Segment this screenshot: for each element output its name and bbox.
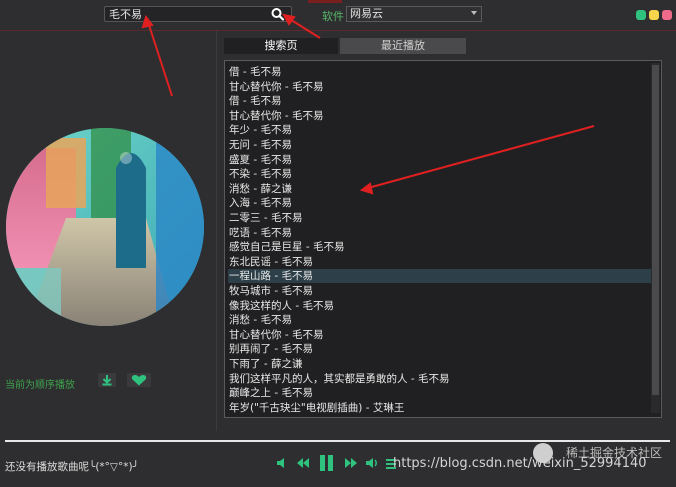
song-list-item[interactable]: 无问 - 毛不易 [228,138,651,152]
song-list-item[interactable]: 借 - 毛不易 [228,65,651,79]
song-list-item[interactable]: 我们这样平凡的人，其实都是勇敢的人 - 毛不易 [228,372,651,386]
song-list-item[interactable]: 入海 - 毛不易 [228,196,651,210]
header-divider [0,30,676,31]
favorite-button[interactable] [127,373,151,387]
song-list-item[interactable]: 年岁("千古玦尘"电视剧插曲) - 艾琳王 [228,401,651,415]
song-list-item[interactable]: 借 - 毛不易 [228,94,651,108]
rewind-icon [297,458,309,468]
scrollbar-thumb[interactable] [652,65,659,395]
play-mode-label[interactable]: 当前为顺序播放 [5,376,75,391]
source-selected-value: 网易云 [350,7,383,20]
top-accent-bar [308,0,342,3]
song-list-item[interactable]: 盛夏 - 毛不易 [228,153,651,167]
watermark-url: https://blog.csdn.net/weixin_52994140 [393,456,647,471]
song-list-item[interactable]: 甘心替代你 - 毛不易 [228,109,651,123]
next-button[interactable] [344,456,358,473]
chevron-down-icon [471,11,477,15]
progress-bar[interactable] [5,440,670,442]
song-list-item[interactable]: 二零三 - 毛不易 [228,211,651,225]
fast-forward-icon [345,458,357,468]
previous-button[interactable] [296,456,310,473]
download-button[interactable] [98,373,116,387]
song-list-item[interactable]: 年少 - 毛不易 [228,123,651,137]
song-list-item[interactable]: 巅峰之上 - 毛不易 [228,386,651,400]
scrollbar[interactable] [651,63,660,413]
play-button[interactable] [318,454,336,475]
close-button[interactable] [662,10,672,20]
source-select[interactable]: 网易云 [346,6,482,22]
maximize-button[interactable] [649,10,659,20]
song-list-item[interactable]: 一程山路 - 毛不易 [228,269,651,284]
song-list-item[interactable]: 呓语 - 毛不易 [228,226,651,240]
song-list-item[interactable]: 牧马城市 - 毛不易 [228,284,651,298]
now-playing-text: 还没有播放歌曲呢╰(*°▽°*)╯ [5,461,139,473]
speaker-icon [277,458,284,468]
song-list-item[interactable]: 东北民谣 - 毛不易 [228,255,651,269]
heart-icon [131,375,147,386]
tab-recent[interactable]: 最近播放 [340,38,466,54]
song-list-item[interactable]: 像我这样的人 - 毛不易 [228,299,651,313]
search-icon[interactable] [270,7,286,21]
song-list-item[interactable]: 别再闹了 - 毛不易 [228,342,651,356]
song-list-item[interactable]: 不染 - 毛不易 [228,167,651,181]
pause-icon [320,455,333,471]
tab-search[interactable]: 搜索页 [224,38,338,54]
speaker-loud-icon [366,458,377,468]
song-list-item[interactable]: 甘心替代你 - 毛不易 [228,80,651,94]
volume-up-button[interactable] [365,456,379,473]
song-list-item[interactable]: 感觉自己是巨星 - 毛不易 [228,240,651,254]
song-list-item[interactable]: 消愁 - 毛不易 [228,313,651,327]
song-list-item[interactable]: 消愁 - 薛之谦 [228,182,651,196]
album-cover [6,128,204,326]
minimize-button[interactable] [636,10,646,20]
search-input[interactable] [104,6,292,22]
download-icon [102,375,112,386]
song-list-item[interactable]: 下雨了 - 薛之谦 [228,357,651,371]
panel-divider [216,31,217,431]
song-list[interactable]: 借 - 毛不易 甘心替代你 - 毛不易借 - 毛不易 甘心替代你 - 毛不易 年少 -… [224,60,662,418]
volume-down-button[interactable] [276,456,288,473]
source-label: 软件 [322,10,344,23]
song-list-item[interactable]: 甘心替代你 - 毛不易 [228,328,651,342]
